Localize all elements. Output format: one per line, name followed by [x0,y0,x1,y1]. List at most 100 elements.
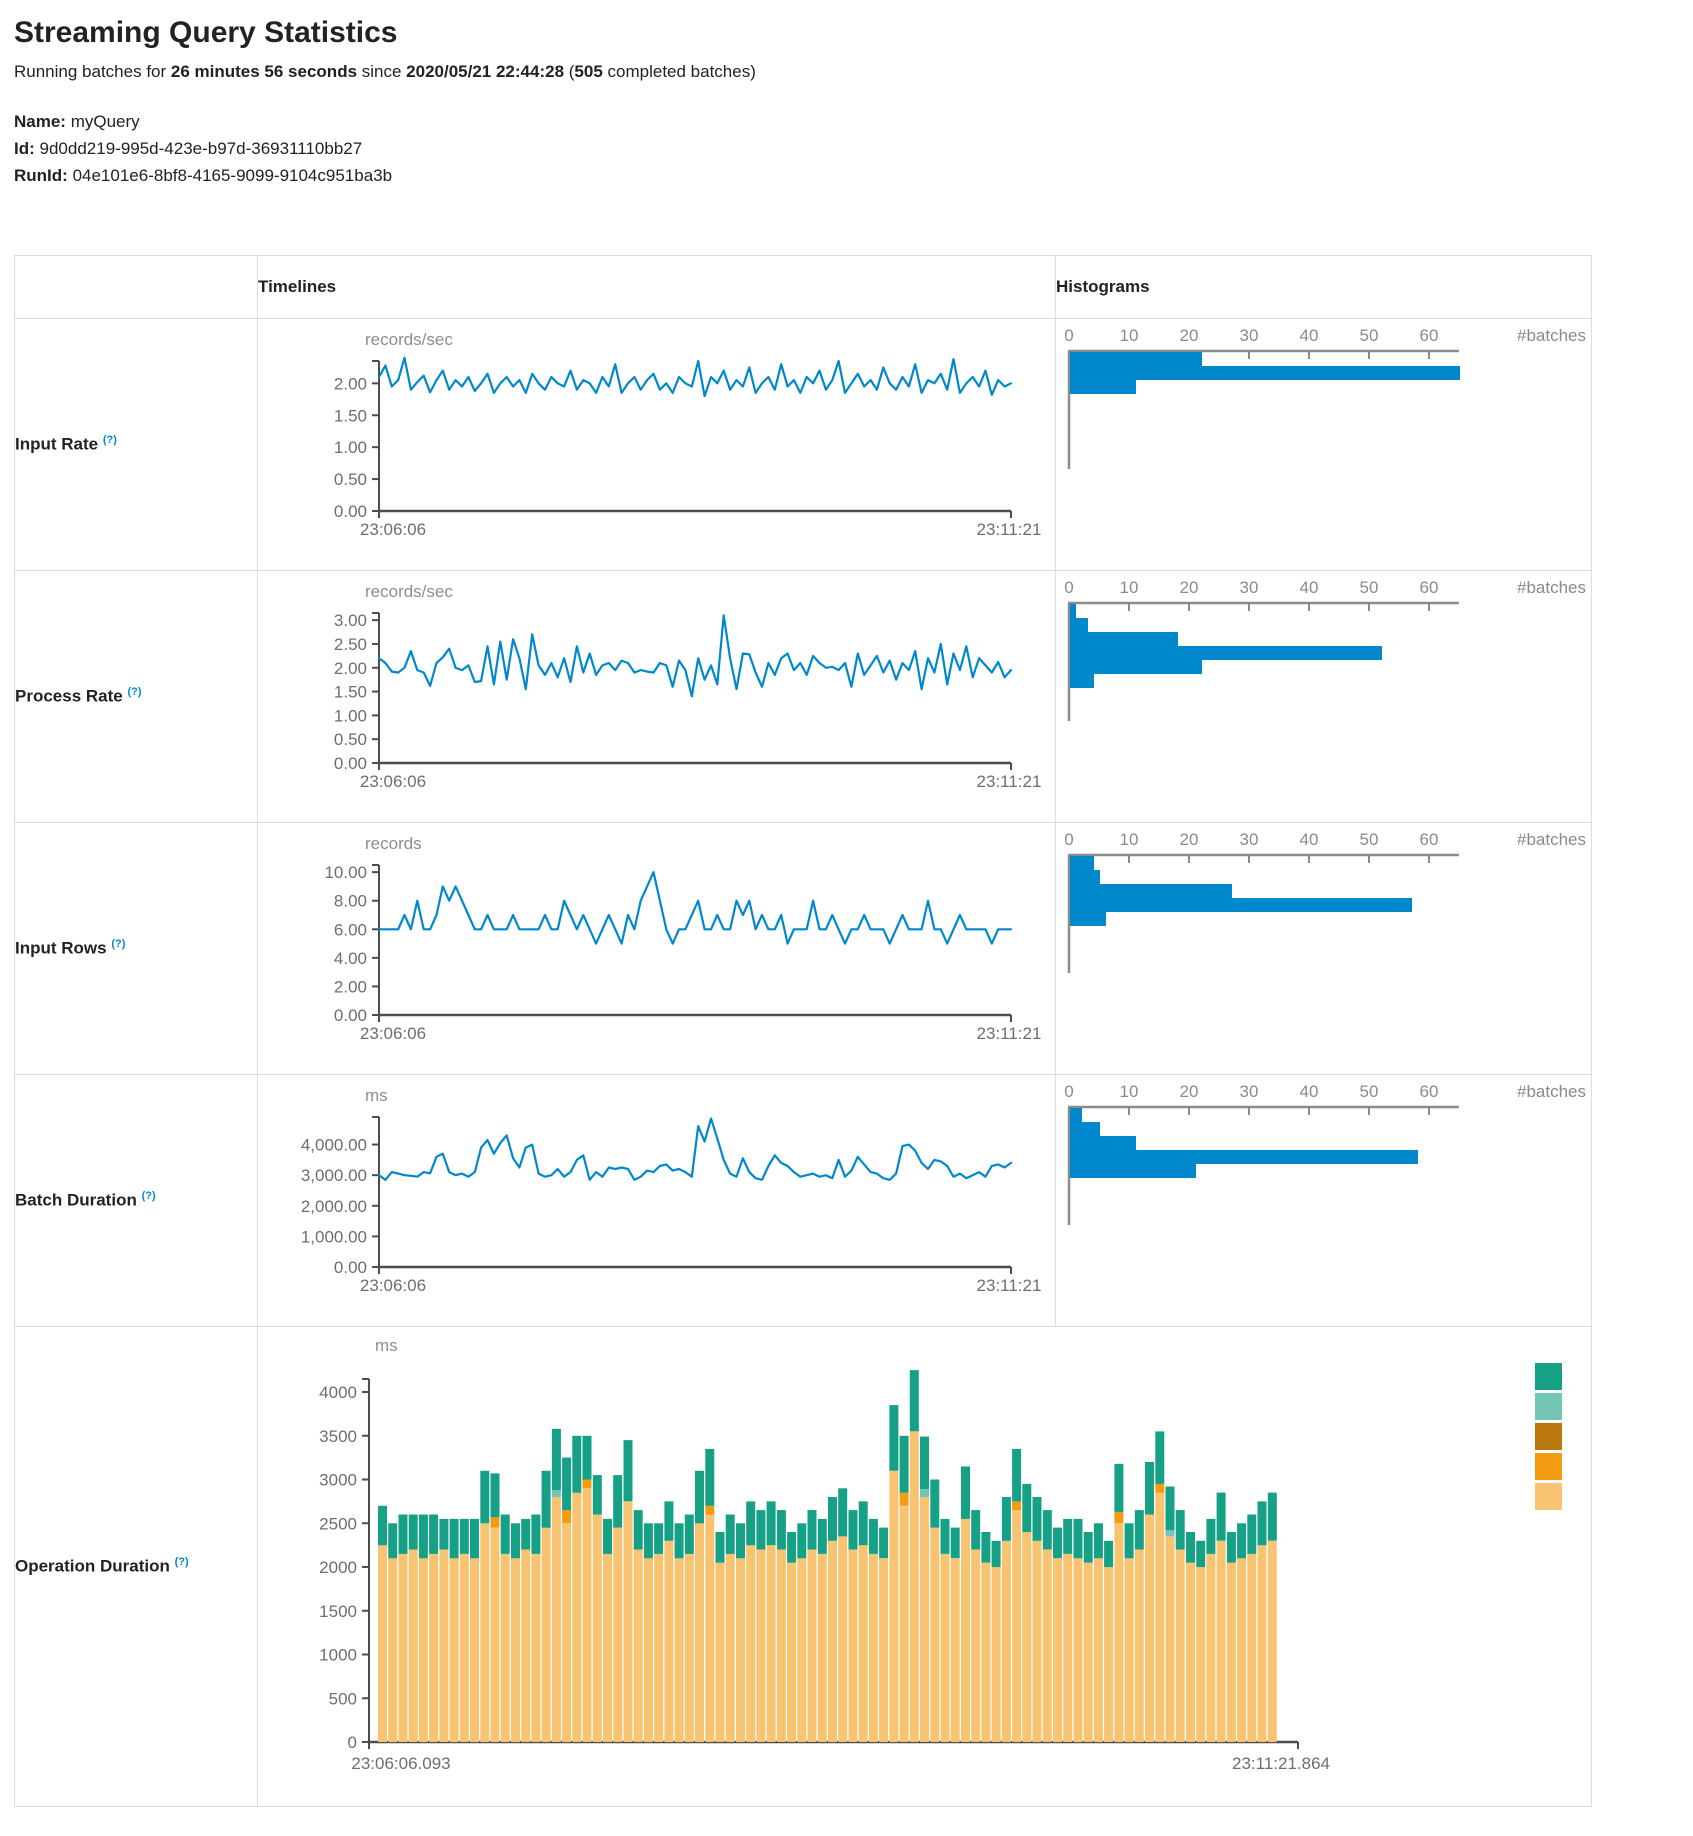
input-rate-histogram-chart: 0102030405060#batches [1056,319,1591,570]
input-rows-label-cell: Input Rows (?) [15,823,258,1075]
operation-duration-stacked-chart[interactable]: ms0500100015002000250030003500400023:06:… [258,1327,1591,1806]
svg-text:30: 30 [1240,326,1259,345]
svg-text:2.00: 2.00 [334,977,367,996]
process_rate_histogram-svg: 0102030405060#batches [1056,571,1590,821]
input_rows_histogram-svg: 0102030405060#batches [1056,823,1590,1073]
batch-duration-timeline-chart[interactable]: ms0.001,000.002,000.003,000.004,000.0023… [258,1075,1055,1326]
svg-text:60: 60 [1420,326,1439,345]
svg-text:1000: 1000 [319,1646,357,1665]
operation-duration-help-icon[interactable]: (?) [175,1556,189,1568]
input-rate-timeline-chart[interactable]: records/sec0.000.501.001.502.0023:06:062… [258,319,1055,570]
process_rate_timeline-svg: records/sec0.000.501.001.502.002.503.002… [258,571,1054,821]
svg-text:50: 50 [1360,830,1379,849]
svg-text:1.50: 1.50 [334,683,367,702]
svg-text:2,000.00: 2,000.00 [301,1197,367,1216]
input-rows-histogram-cell: 0102030405060#batches [1056,823,1592,1075]
input-rows-histogram-chart: 0102030405060#batches [1056,823,1591,1074]
page-title: Streaming Query Statistics [14,16,1679,50]
svg-text:1.00: 1.00 [334,706,367,725]
svg-text:0.00: 0.00 [334,754,367,773]
process-rate-label-cell: Process Rate (?) [15,571,258,823]
svg-text:records: records [365,834,422,853]
batch-duration-histogram-cell: 0102030405060#batches [1056,1075,1592,1327]
svg-text:23:11:21: 23:11:21 [977,520,1042,539]
svg-text:40: 40 [1300,578,1319,597]
svg-text:23:06:06.093: 23:06:06.093 [351,1754,450,1773]
svg-text:23:06:06: 23:06:06 [360,1024,426,1043]
input_rate_histogram-svg: 0102030405060#batches [1056,319,1590,569]
svg-text:60: 60 [1420,1082,1439,1101]
operation-duration-chart-cell: ms0500100015002000250030003500400023:06:… [258,1327,1592,1807]
input_rate_timeline-svg: records/sec0.000.501.001.502.0023:06:062… [258,319,1054,569]
input_rows_timeline-svg: records0.002.004.006.008.0010.0023:06:06… [258,823,1054,1073]
process-rate-timeline-chart[interactable]: records/sec0.000.501.001.502.002.503.002… [258,571,1055,822]
batch-duration-timeline-cell: ms0.001,000.002,000.003,000.004,000.0023… [258,1075,1056,1327]
svg-text:2500: 2500 [319,1514,357,1533]
process-rate-help-icon[interactable]: (?) [127,686,141,698]
query-runid-line: RunId: 04e101e6-8bf8-4165-9099-9104c951b… [14,162,1679,189]
svg-text:50: 50 [1360,578,1379,597]
histograms-column-header: Histograms [1056,256,1592,319]
input-rate-help-icon[interactable]: (?) [103,434,117,446]
svg-text:40: 40 [1300,326,1319,345]
query-id-line: Id: 9d0dd219-995d-423e-b97d-36931110bb27 [14,135,1679,162]
svg-text:0.00: 0.00 [334,1258,367,1277]
operation_duration_chart-svg: ms0500100015002000250030003500400023:06:… [258,1327,1590,1805]
svg-text:0: 0 [1064,830,1073,849]
svg-text:0: 0 [1064,326,1073,345]
svg-text:50: 50 [1360,1082,1379,1101]
query-name-label: Name: [14,112,66,131]
metric-row-process-rate: Process Rate (?) records/sec 0.00 0.50 1.00… [15,571,1592,823]
svg-text:10: 10 [1120,326,1139,345]
input-rows-help-icon[interactable]: (?) [111,938,125,950]
running-batches-summary: Running batches for 26 minutes 56 second… [14,62,1679,82]
svg-text:0.50: 0.50 [334,470,367,489]
svg-text:0: 0 [348,1733,357,1752]
metric-row-input-rate: Input Rate (?) records/sec 0.00 0.50 1.00 1.… [15,319,1592,571]
svg-text:10.00: 10.00 [324,863,367,882]
svg-text:10: 10 [1120,830,1139,849]
svg-text:records/sec: records/sec [365,582,453,601]
metric-row-batch-duration: Batch Duration (?) ms0.001,000.002,000.0… [15,1075,1592,1327]
svg-text:4.00: 4.00 [334,949,367,968]
svg-text:23:11:21.864: 23:11:21.864 [1232,1754,1330,1773]
summary-mid: since [357,62,406,81]
svg-text:23:11:21: 23:11:21 [977,772,1042,791]
input-rows-timeline-chart[interactable]: records0.002.004.006.008.0010.0023:06:06… [258,823,1055,1074]
svg-text:0: 0 [1064,1082,1073,1101]
process-rate-histogram-cell: 0102030405060#batches [1056,571,1592,823]
svg-text:ms: ms [375,1336,398,1355]
svg-text:30: 30 [1240,1082,1259,1101]
svg-text:1,000.00: 1,000.00 [301,1227,367,1246]
metric-row-input-rows: Input Rows (?) records0.002.004.006.008.… [15,823,1592,1075]
input-rate-label: Input Rate [15,435,98,454]
metric-row-operation-duration: Operation Duration (?) ms050010001500200… [15,1327,1592,1807]
svg-text:23:06:06: 23:06:06 [360,520,426,539]
legend-swatch-1 [1535,1393,1562,1420]
summary-duration: 26 minutes 56 seconds [171,62,357,81]
batch-duration-histogram-chart: 0102030405060#batches [1056,1075,1591,1326]
input-rate-histogram-cell: 0102030405060#batches [1056,319,1592,571]
operation-duration-label: Operation Duration [15,1557,170,1576]
svg-text:10: 10 [1120,1082,1139,1101]
svg-text:records/sec: records/sec [365,330,453,349]
svg-text:23:11:21: 23:11:21 [977,1024,1042,1043]
svg-text:6.00: 6.00 [334,920,367,939]
statistics-table: Timelines Histograms Input Rate (?) reco… [14,255,1592,1807]
svg-text:3000: 3000 [319,1471,357,1490]
svg-text:1.00: 1.00 [334,438,367,457]
batch-duration-label-cell: Batch Duration (?) [15,1075,258,1327]
svg-text:#batches: #batches [1517,1082,1586,1101]
svg-text:20: 20 [1180,326,1199,345]
batch-duration-help-icon[interactable]: (?) [142,1190,156,1202]
svg-text:1.50: 1.50 [334,406,367,425]
empty-header-cell [15,256,258,319]
svg-text:1500: 1500 [319,1602,357,1621]
svg-text:0: 0 [1064,578,1073,597]
svg-text:0.50: 0.50 [334,730,367,749]
svg-text:2.00: 2.00 [334,659,367,678]
svg-text:0.00: 0.00 [334,502,367,521]
svg-text:#batches: #batches [1517,326,1586,345]
input-rows-label: Input Rows [15,939,107,958]
svg-text:23:11:21: 23:11:21 [977,1276,1042,1295]
